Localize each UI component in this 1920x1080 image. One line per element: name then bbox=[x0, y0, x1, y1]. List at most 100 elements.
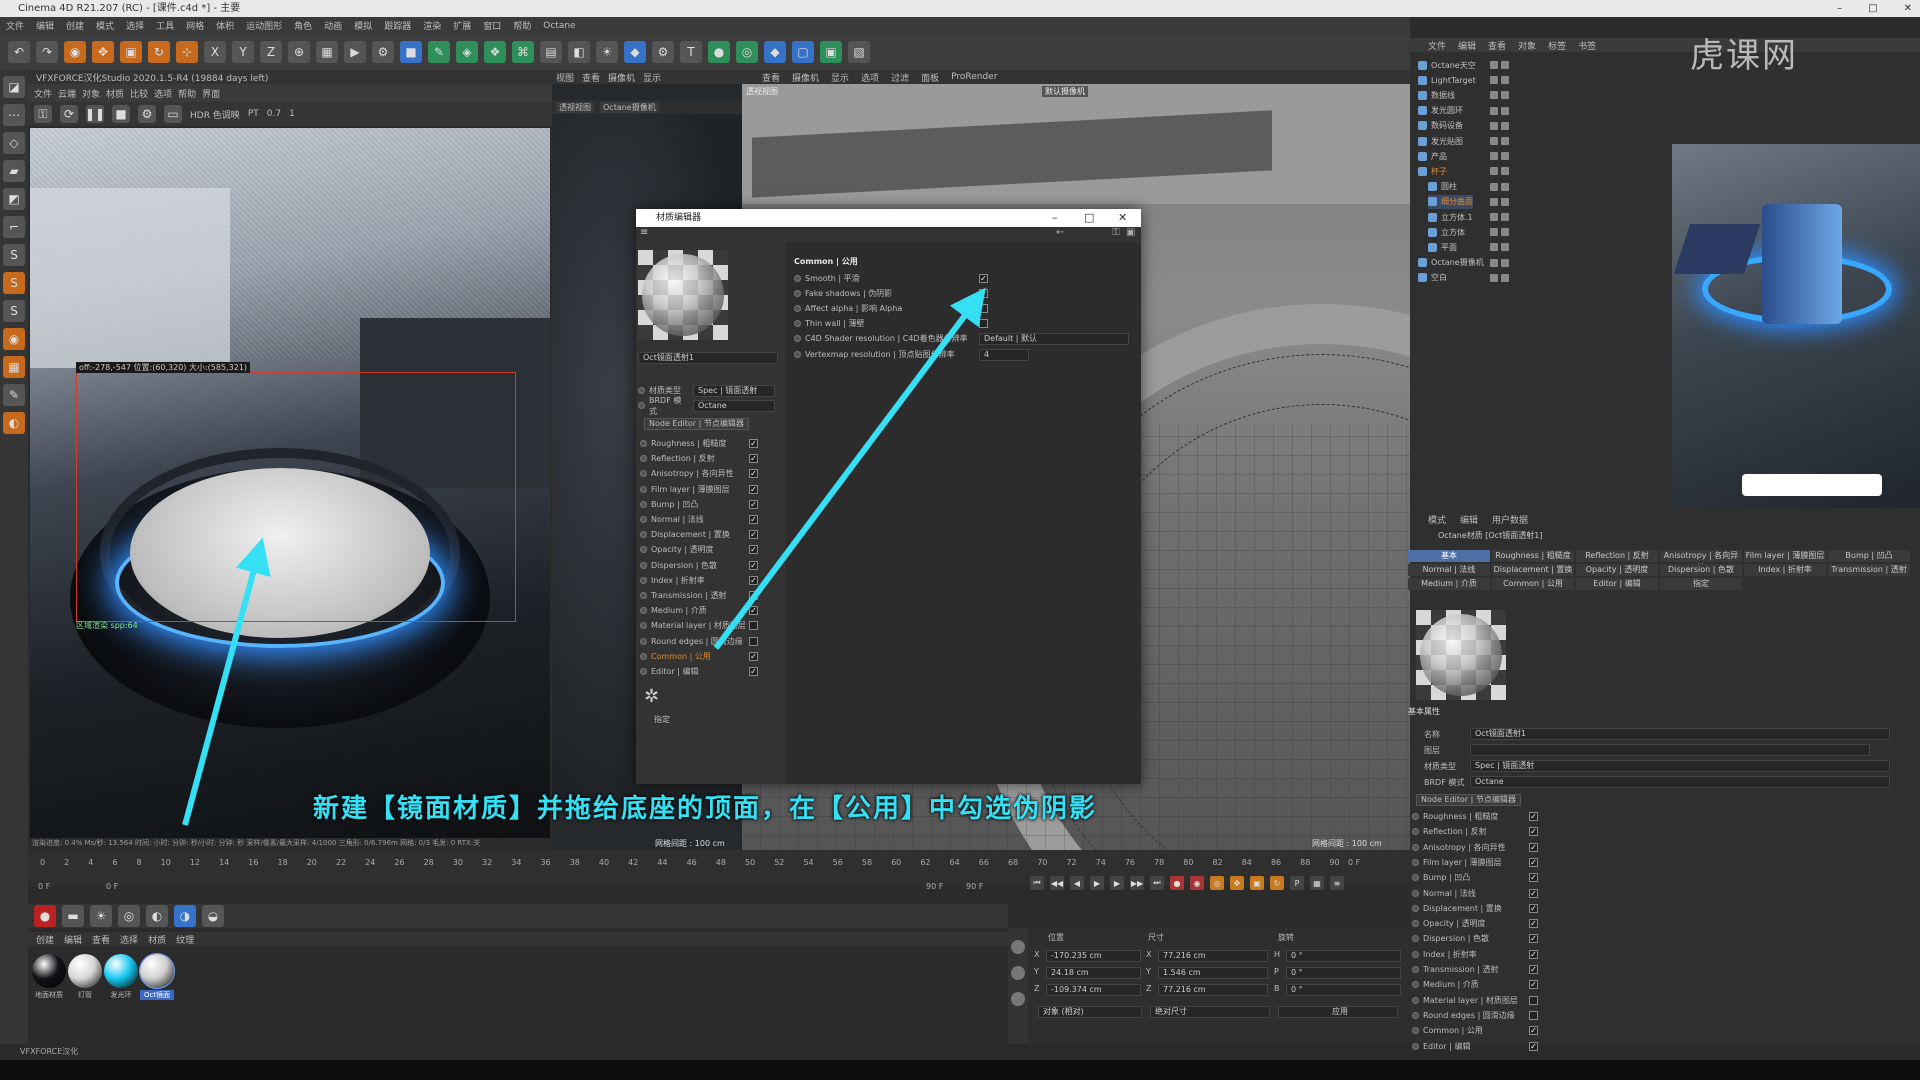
attr-channel-checkbox[interactable]: ✓ bbox=[1529, 919, 1538, 929]
viewport-main-menu-item[interactable]: 选项 bbox=[861, 71, 879, 84]
object-row[interactable]: LightTarget bbox=[1418, 73, 1476, 87]
coord-rot-field[interactable]: 0 ° bbox=[1286, 984, 1401, 996]
attr-brdf-select[interactable]: Octane bbox=[1470, 776, 1890, 788]
attribute-tab[interactable]: Roughness | 粗糙度 bbox=[1492, 550, 1574, 562]
menu-item[interactable]: 体积 bbox=[216, 19, 234, 32]
attr-channel-checkbox[interactable]: ✓ bbox=[1529, 934, 1538, 944]
make-editable-icon[interactable]: ◪ bbox=[3, 76, 25, 98]
scene-icon[interactable]: ▤ bbox=[540, 41, 562, 63]
key-rot-icon[interactable]: ↻ bbox=[1270, 876, 1284, 890]
object-visibility-icon[interactable] bbox=[1501, 106, 1509, 115]
dialog-node-editor-button[interactable]: Node Editor | 节点编辑器 bbox=[644, 418, 749, 430]
attr-channel-dot[interactable] bbox=[1412, 996, 1419, 1004]
object-visibility-icon[interactable] bbox=[1501, 167, 1509, 176]
attr-channel-dot[interactable] bbox=[1412, 1011, 1419, 1019]
material-ball[interactable] bbox=[32, 954, 66, 988]
material-menu-item[interactable]: 创建 bbox=[36, 933, 54, 946]
channel-checkbox[interactable]: ✓ bbox=[749, 545, 758, 555]
attr-channel-dot[interactable] bbox=[1412, 874, 1419, 882]
next-frame-icon[interactable]: ▶ bbox=[1110, 876, 1124, 890]
coord-mode-select[interactable]: 对象 (相对) bbox=[1038, 1006, 1142, 1018]
object-row[interactable]: 发光贴图 bbox=[1418, 134, 1463, 148]
channel-dot[interactable] bbox=[640, 561, 647, 569]
key-scale-icon[interactable]: ▣ bbox=[1250, 876, 1264, 890]
attr-channel-dot[interactable] bbox=[1412, 813, 1419, 820]
viewport-side-menu-item[interactable]: 显示 bbox=[643, 71, 661, 84]
next-key-icon[interactable]: ▶▶ bbox=[1130, 876, 1144, 890]
object-row[interactable]: 平面 bbox=[1428, 240, 1457, 254]
attr-channel-checkbox[interactable]: ✓ bbox=[1529, 1041, 1538, 1051]
attribute-tab[interactable]: Index | 折射率 bbox=[1744, 564, 1826, 576]
cube-icon[interactable]: ■ bbox=[400, 41, 422, 63]
object-visibility-icon[interactable] bbox=[1490, 137, 1498, 145]
attr-channel-checkbox[interactable] bbox=[1529, 1010, 1538, 1020]
channel-dot[interactable] bbox=[640, 592, 647, 599]
menu-item[interactable]: 帮助 bbox=[513, 19, 531, 32]
octane-sun-icon[interactable]: ☀ bbox=[90, 905, 112, 927]
attribute-tab[interactable]: Anisotropy | 各向异性 bbox=[1660, 550, 1742, 572]
object-row[interactable]: 细分曲面 bbox=[1428, 194, 1473, 209]
settings-icon[interactable]: ⚙ bbox=[138, 105, 156, 123]
octane-render-icon[interactable]: ● bbox=[34, 905, 56, 927]
channel-dot[interactable] bbox=[640, 485, 647, 493]
live-select-icon[interactable]: ◉ bbox=[64, 41, 86, 63]
subdivision-icon[interactable]: ◈ bbox=[456, 41, 478, 63]
attr-channel-dot[interactable] bbox=[1412, 1042, 1419, 1050]
object-row[interactable]: 空白 bbox=[1418, 271, 1447, 285]
menu-item[interactable]: 窗口 bbox=[483, 19, 501, 32]
coord-size-field[interactable]: 77.216 cm bbox=[1158, 984, 1268, 996]
menu-item[interactable]: Octane bbox=[543, 21, 575, 31]
octane-live-icon[interactable]: ◆ bbox=[624, 41, 646, 63]
object-visibility-icon[interactable] bbox=[1490, 61, 1498, 69]
object-visibility-icon[interactable] bbox=[1501, 243, 1509, 252]
deformer-icon[interactable]: ⌘ bbox=[512, 41, 534, 63]
attr-channel-dot[interactable] bbox=[1412, 1027, 1419, 1035]
object-visibility-icon[interactable] bbox=[1501, 121, 1509, 130]
key-selection-icon[interactable]: ◎ bbox=[1210, 876, 1224, 890]
object-menu-item[interactable]: 编辑 bbox=[1458, 39, 1476, 52]
lock-icon[interactable]: ⚿ bbox=[34, 105, 52, 123]
object-visibility-icon[interactable] bbox=[1501, 137, 1509, 145]
channel-checkbox[interactable]: ✓ bbox=[749, 575, 758, 585]
vertex-res-field[interactable]: 4 bbox=[979, 348, 1029, 361]
redo-icon[interactable]: ↷ bbox=[36, 41, 58, 63]
object-menu-item[interactable]: 书签 bbox=[1578, 39, 1596, 52]
common-option-checkbox[interactable]: ✓ bbox=[979, 289, 988, 298]
scale-icon[interactable]: ▣ bbox=[120, 41, 142, 63]
channel-checkbox[interactable]: ✓ bbox=[749, 667, 758, 676]
timeline-menu-icon[interactable]: ≡ bbox=[1330, 876, 1344, 890]
dialog-material-name[interactable]: Oct镜面透射1 bbox=[638, 352, 778, 364]
render-menu-item[interactable]: 比较 bbox=[130, 87, 148, 100]
attr-channel-checkbox[interactable]: ✓ bbox=[1529, 857, 1538, 867]
dialog-brdf-select[interactable]: Octane bbox=[693, 399, 775, 412]
undo-icon[interactable]: ↶ bbox=[8, 41, 30, 63]
object-visibility-icon[interactable] bbox=[1490, 213, 1498, 221]
dialog-menu-icon[interactable]: ≡ bbox=[640, 227, 648, 238]
octane-text-icon[interactable]: T bbox=[680, 41, 702, 63]
polygons-mode-icon[interactable]: ▰ bbox=[3, 160, 25, 182]
channel-dot[interactable] bbox=[640, 440, 647, 447]
goto-start-icon[interactable]: ⏮ bbox=[1030, 876, 1044, 890]
material-menu-item[interactable]: 选择 bbox=[120, 933, 138, 946]
dialog-lock-icon[interactable]: ⚿ bbox=[1112, 227, 1120, 238]
object-row[interactable]: 数据线 bbox=[1418, 88, 1455, 102]
x-axis-icon[interactable]: X bbox=[204, 41, 226, 63]
key-param-icon[interactable]: P bbox=[1290, 876, 1304, 890]
menu-item[interactable]: 动画 bbox=[324, 19, 342, 32]
edges-mode-icon[interactable]: ◇ bbox=[3, 132, 25, 154]
object-visibility-icon[interactable] bbox=[1490, 258, 1498, 267]
menu-item[interactable]: 扩展 bbox=[453, 19, 471, 32]
type-anim-dot[interactable] bbox=[638, 387, 645, 394]
octane-blue-icon[interactable]: ◑ bbox=[174, 905, 196, 927]
octane-film-icon[interactable]: ▬ bbox=[62, 905, 84, 927]
channel-checkbox[interactable]: ✓ bbox=[749, 469, 758, 479]
viewport-main-menu-item[interactable]: 显示 bbox=[831, 71, 849, 84]
common-option-checkbox[interactable] bbox=[979, 304, 988, 313]
attr-channel-checkbox[interactable]: ✓ bbox=[1529, 980, 1538, 990]
object-visibility-icon[interactable] bbox=[1501, 91, 1509, 100]
octane-frame-icon[interactable]: ▧ bbox=[848, 41, 870, 63]
play-icon[interactable]: ▶ bbox=[1090, 876, 1104, 890]
hdr-select[interactable]: HDR 色调映 bbox=[190, 108, 240, 121]
attr-channel-checkbox[interactable] bbox=[1529, 995, 1538, 1005]
autokey-icon[interactable]: ◉ bbox=[1190, 876, 1204, 890]
